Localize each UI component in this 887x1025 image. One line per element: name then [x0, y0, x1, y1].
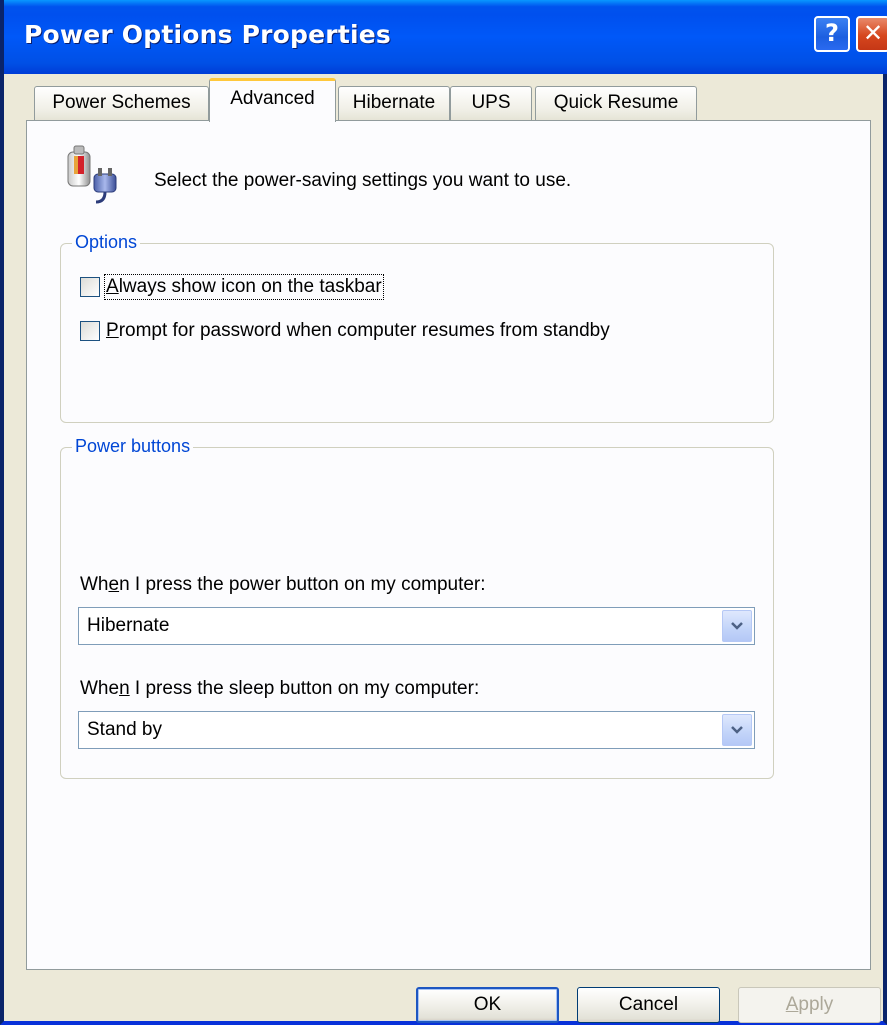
ok-button[interactable]: OK	[416, 987, 559, 1023]
close-icon: ✕	[862, 19, 884, 47]
power-button-label: When I press the power button on my comp…	[80, 574, 486, 595]
sleep-button-label: When I press the sleep button on my comp…	[80, 678, 480, 699]
prompt-password-checkbox-row[interactable]: Prompt for password when computer resume…	[80, 320, 610, 342]
sleep-button-action-value: Stand by	[87, 719, 162, 740]
always-show-icon-checkbox-row[interactable]: Always show icon on the taskbar	[80, 274, 384, 300]
prompt-password-checkbox[interactable]	[80, 321, 100, 341]
power-button-action-select[interactable]: Hibernate	[78, 607, 755, 645]
always-show-icon-checkbox[interactable]	[80, 277, 100, 297]
tab-ups[interactable]: UPS	[450, 86, 532, 120]
chevron-down-icon[interactable]	[722, 714, 752, 746]
window-title: Power Options Properties	[24, 20, 391, 49]
close-button[interactable]: ✕	[856, 16, 887, 52]
title-bar[interactable]: Power Options Properties ? ✕	[4, 0, 887, 74]
help-icon: ?	[825, 19, 839, 47]
intro-text: Select the power-saving settings you wan…	[154, 170, 572, 191]
power-buttons-group-label: Power buttons	[72, 436, 194, 457]
cancel-button[interactable]: Cancel	[577, 987, 720, 1023]
options-group-label: Options	[72, 232, 141, 253]
apply-button[interactable]: Apply	[738, 987, 881, 1023]
tab-power-schemes[interactable]: Power Schemes	[34, 86, 209, 120]
window: Power Options Properties ? ✕ Power Schem…	[0, 0, 887, 1025]
always-show-icon-label: Always show icon on the taskbar	[104, 274, 384, 300]
tab-quick-resume[interactable]: Quick Resume	[535, 86, 697, 120]
help-button[interactable]: ?	[814, 16, 850, 52]
chevron-down-icon[interactable]	[722, 610, 752, 642]
prompt-password-label: Prompt for password when computer resume…	[106, 320, 610, 341]
tab-advanced[interactable]: Advanced	[209, 78, 336, 122]
tab-hibernate[interactable]: Hibernate	[338, 86, 450, 120]
power-options-icon	[67, 145, 117, 204]
power-button-action-value: Hibernate	[87, 615, 170, 636]
sleep-button-action-select[interactable]: Stand by	[78, 711, 755, 749]
